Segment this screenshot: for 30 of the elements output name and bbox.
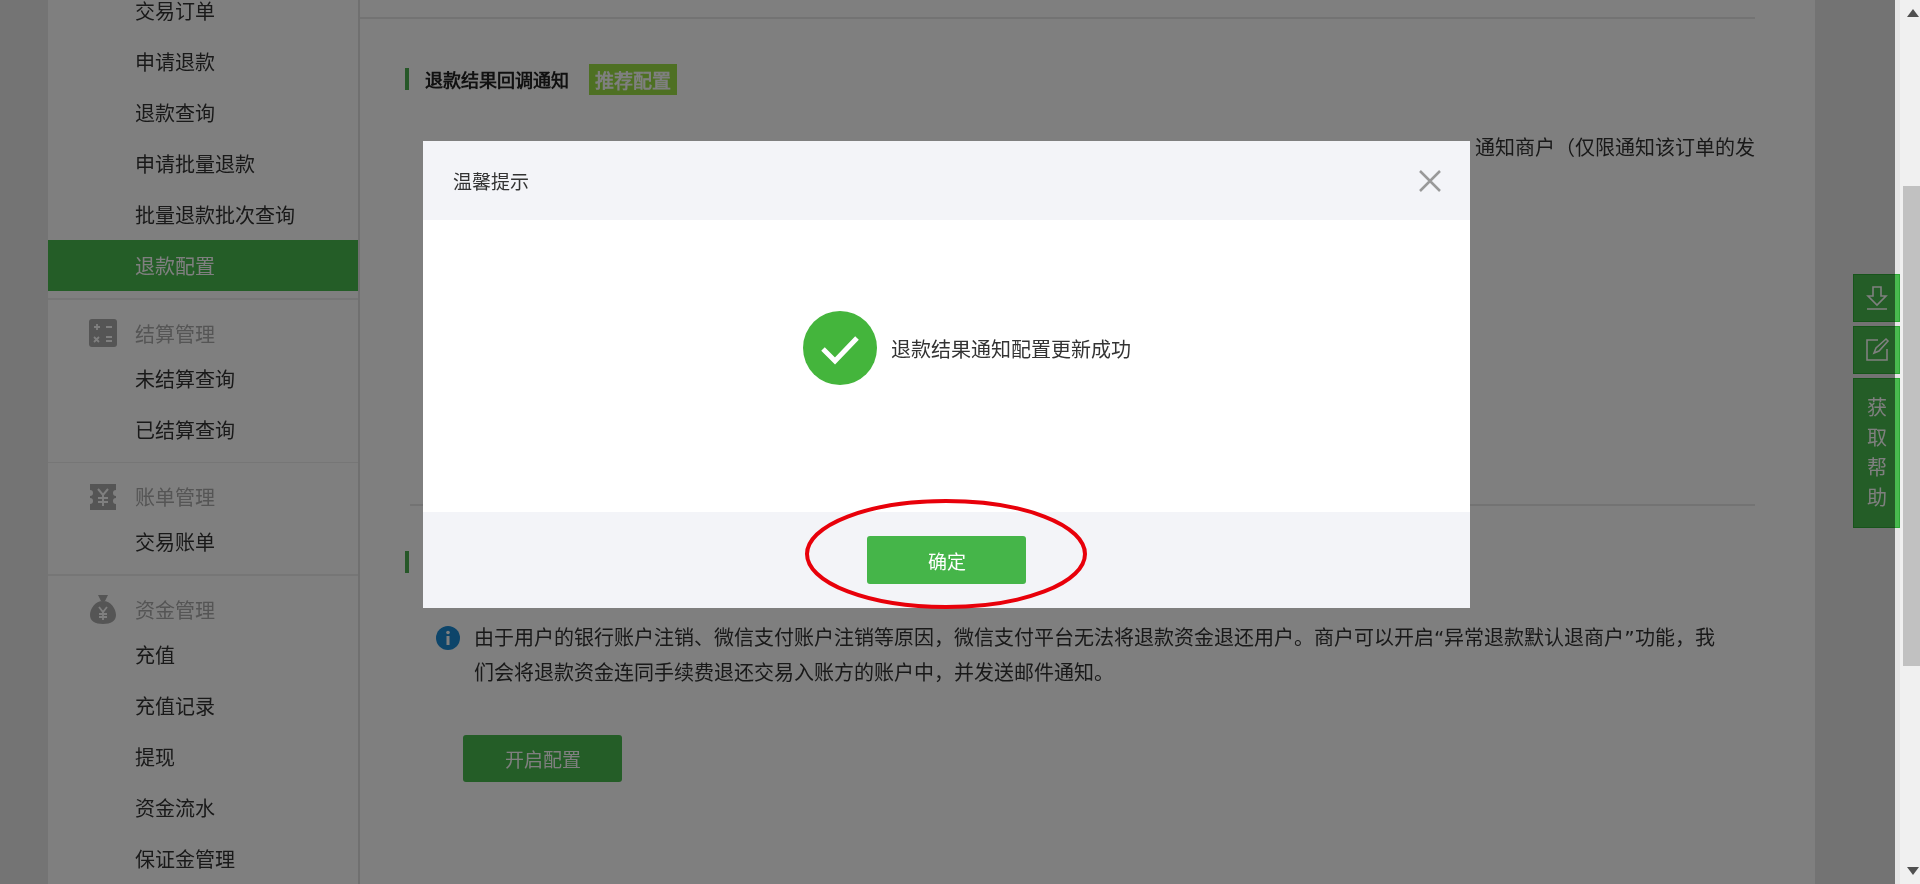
info-icon — [436, 626, 460, 650]
sidebar-item[interactable]: 保证金管理 — [48, 833, 358, 884]
download-icon — [1863, 285, 1890, 311]
dialog-title: 温馨提示 — [453, 170, 529, 194]
scroll-up-icon[interactable] — [1906, 9, 1919, 17]
sidebar-item[interactable]: 资金流水 — [48, 782, 358, 833]
confirm-button[interactable]: 确定 — [867, 536, 1026, 584]
sidebar-item[interactable]: 退款查询 — [48, 87, 358, 138]
sidebar-item[interactable]: 已结算查询 — [48, 403, 358, 455]
edit-button[interactable] — [1853, 326, 1900, 374]
sidebar-item[interactable]: 充值记录 — [48, 680, 358, 731]
close-icon[interactable] — [1418, 168, 1442, 193]
success-message: 退款结果通知配置更新成功 — [890, 336, 1131, 363]
recommended-badge: 推荐配置 — [589, 63, 677, 95]
sidebar-item[interactable]: 申请退款 — [48, 36, 358, 87]
sidebar-item[interactable]: 提现 — [48, 731, 358, 782]
sidebar-item[interactable]: 充值 — [48, 629, 358, 680]
download-button[interactable] — [1853, 274, 1900, 322]
sidebar-item[interactable]: 未结算查询 — [48, 352, 358, 404]
edit-icon — [1863, 337, 1890, 363]
success-check-icon — [802, 311, 877, 385]
scrollbar[interactable] — [1900, 0, 1920, 884]
scroll-down-icon[interactable] — [1906, 867, 1919, 875]
info-text: 通知商户（仅限通知该订单的发 — [1475, 135, 1755, 161]
info-text: 由于用户的银行账户注销、微信支付账户注销等原因，微信支付平台无法将退款资金退还用户。商户可以开启“异常退款默认退商户”功能，我们会将退款资金连同手续费退还交易入账方的账户中，并发送邮件通知。 — [474, 625, 1716, 687]
sidebar-item[interactable]: 交易订单 — [48, 0, 358, 36]
sidebar-item[interactable]: 批量退款批次查询 — [48, 189, 358, 240]
sidebar-item[interactable]: 交易账单 — [48, 516, 358, 568]
sidebar-item[interactable]: 申请批量退款 — [48, 138, 358, 189]
section-title: 退款结果回调通知 — [425, 69, 569, 92]
